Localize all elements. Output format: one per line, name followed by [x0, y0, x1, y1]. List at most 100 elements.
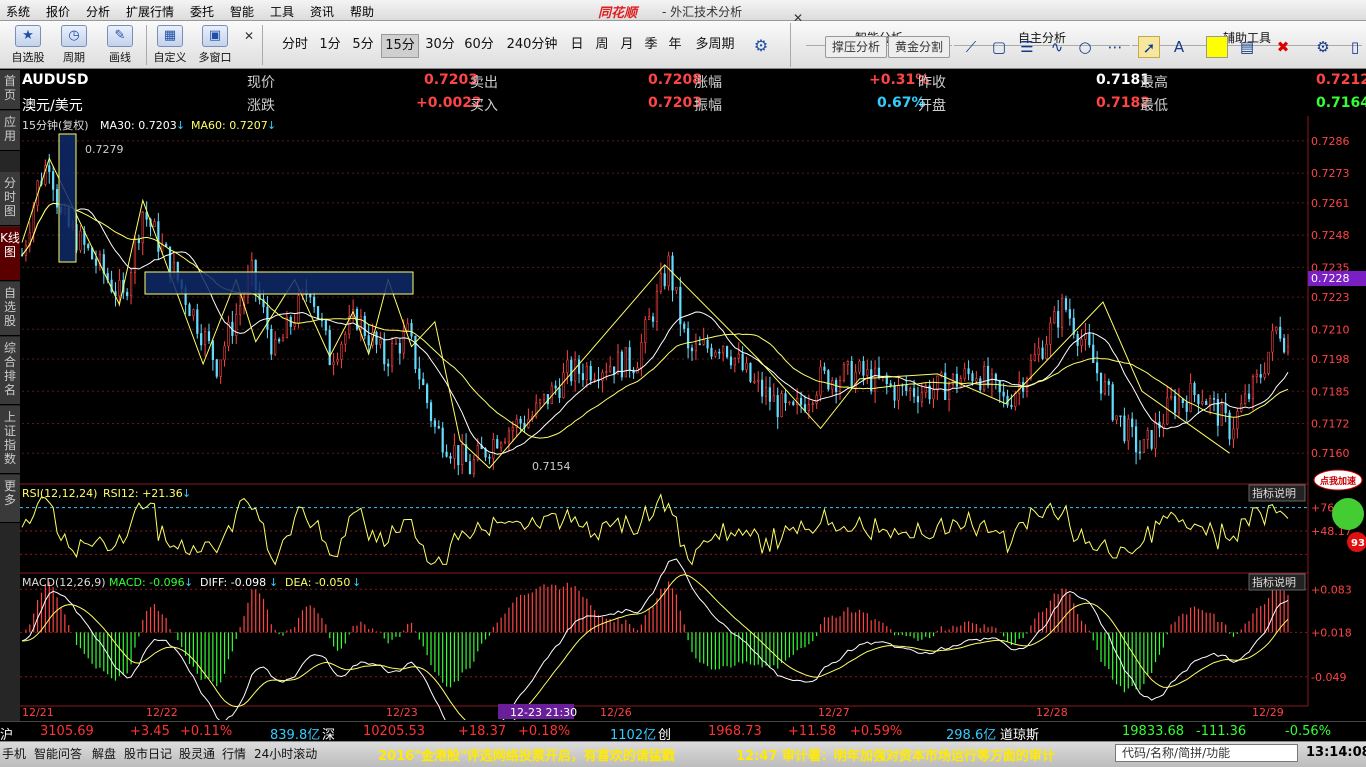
sidebar-item-home[interactable]: 首页	[0, 70, 20, 110]
kline-chart-area[interactable]: 0.7279 0.7154 0.7286 0.7273 0.7261 0.7248 0.…	[20, 116, 1366, 744]
custom-button[interactable]: ▦ 自定义	[150, 25, 190, 65]
sidebar-item-watchlist[interactable]: 自选股	[0, 282, 20, 336]
fullscreen-icon[interactable]: ▯	[1344, 36, 1366, 58]
menu-help[interactable]: 帮助	[350, 3, 374, 20]
bottom-item-smart-qa[interactable]: 智能问答	[34, 745, 82, 762]
candle-body	[215, 359, 218, 377]
panel-close-icon[interactable]: ✕	[793, 11, 803, 25]
period-240min[interactable]: 240分钟	[503, 34, 561, 58]
cursor-icon[interactable]: ➚	[1138, 36, 1160, 58]
color-swatch-icon[interactable]	[1206, 36, 1228, 58]
sidebar-item-kline[interactable]: K线图	[0, 227, 20, 281]
candle-body	[1263, 373, 1266, 378]
menu-tools[interactable]: 工具	[270, 3, 294, 20]
bottom-item-stock-link[interactable]: 股灵通	[179, 745, 215, 762]
period-button[interactable]: ◷ 周期	[54, 25, 94, 65]
circle-icon[interactable]: ○	[1074, 36, 1096, 58]
sidebar-item-shanghai-index[interactable]: 上证指数	[0, 406, 20, 474]
pen-icon: ✎	[107, 25, 133, 47]
date-tick-label: 12/28	[1036, 706, 1068, 719]
sidebar-item-ranking[interactable]: 综合排名	[0, 337, 20, 405]
period-multi[interactable]: 多周期	[690, 34, 740, 58]
amplitude-label: 振幅	[694, 98, 722, 114]
kline-chart-svg: 0.7279 0.7154 0.7286 0.7273 0.7261 0.7248 0.…	[20, 116, 1366, 744]
candle-body	[986, 366, 990, 386]
candle-body	[1010, 404, 1013, 407]
bottom-item-analysis[interactable]: 解盘	[92, 745, 116, 762]
candle-body	[948, 384, 951, 401]
period-30min[interactable]: 30分	[423, 34, 457, 58]
highlight-box-range[interactable]	[144, 271, 414, 295]
bottom-item-24h[interactable]: 24小时滚动	[254, 745, 317, 762]
candle-body	[500, 442, 503, 449]
candle-body	[472, 459, 475, 475]
candle-body	[780, 393, 783, 418]
trend-line-icon[interactable]: ⟋	[960, 36, 982, 58]
watchlist-button[interactable]: ★ 自选股	[6, 25, 50, 65]
period-15min[interactable]: 15分	[381, 34, 419, 58]
candle-body	[683, 323, 686, 329]
candle-body	[542, 394, 546, 401]
bottom-item-mobile[interactable]: 手机	[2, 745, 26, 762]
candle-body	[581, 373, 585, 381]
news-ticker-1[interactable]: 2016"金港股"评选网络投票开启，有喜欢的请猛戳	[378, 745, 675, 764]
menu-entrust[interactable]: 委托	[190, 3, 214, 20]
menu-smart[interactable]: 智能	[230, 3, 254, 20]
rsi-down-arrow-icon: ↓	[182, 487, 191, 500]
font-icon[interactable]: A	[1168, 36, 1190, 58]
highlight-box-high[interactable]	[58, 133, 77, 263]
sidebar-item-more[interactable]: 更多	[0, 475, 20, 523]
multi-window-button[interactable]: ▣ 多窗口	[194, 25, 236, 65]
gear-icon[interactable]: ⚙	[750, 35, 772, 57]
period-month[interactable]: 月	[616, 34, 638, 58]
draw-line-button[interactable]: ✎ 画线	[100, 25, 140, 65]
news-ticker-2[interactable]: 12:47 审计署：明年加强对资本市场运行等方面的审计	[736, 745, 1055, 764]
candle-body	[449, 456, 452, 459]
period-5min[interactable]: 5分	[348, 34, 378, 58]
menu-info[interactable]: 资讯	[310, 3, 334, 20]
date-tick-label: 12/23	[386, 706, 418, 719]
candle-body	[846, 361, 849, 366]
menu-quote[interactable]: 报价	[46, 3, 70, 20]
candle-body	[1232, 428, 1235, 440]
period-season[interactable]: 季	[640, 34, 662, 58]
sidebar-item-apps[interactable]: 应用	[0, 111, 20, 151]
golden-section-button[interactable]: 黄金分割	[888, 36, 951, 58]
candle-body	[589, 365, 592, 381]
period-minute-chart[interactable]: 分时	[278, 34, 312, 58]
price-tick-label: 0.7198	[1311, 353, 1350, 366]
sidebar-item-timeshare[interactable]: 分时图	[0, 172, 20, 226]
chg-pct-label: 涨幅	[694, 75, 722, 91]
candle-body	[188, 304, 191, 317]
price-axis: 0.72860.72730.72610.72480.72350.72230.72…	[1311, 135, 1350, 460]
candle-body	[375, 332, 378, 345]
candle-body	[570, 359, 573, 382]
period-year[interactable]: 年	[664, 34, 686, 58]
menu-analysis[interactable]: 分析	[86, 3, 110, 20]
bottom-item-diary[interactable]: 股市日记	[124, 745, 172, 762]
period-day[interactable]: 日	[566, 34, 588, 58]
period-60min[interactable]: 60分	[461, 34, 497, 58]
support-resistance-button[interactable]: 撑压分析	[825, 36, 888, 58]
search-input[interactable]: 代码/名称/简拼/功能	[1115, 744, 1298, 762]
candle-body	[1127, 418, 1130, 442]
more-icon[interactable]: ⋯	[1104, 36, 1126, 58]
menu-system[interactable]: 系统	[6, 3, 30, 20]
candle-body	[1134, 426, 1138, 453]
menu-ext-market[interactable]: 扩展行情	[126, 3, 174, 20]
toolbar-divider	[146, 25, 147, 65]
candle-body	[1259, 374, 1262, 378]
close-icon[interactable]: ✕	[244, 29, 254, 43]
period-week[interactable]: 周	[591, 34, 613, 58]
settings-icon[interactable]: ⚙	[1312, 36, 1334, 58]
rectangle-icon[interactable]: ▢	[988, 36, 1010, 58]
candle-body	[223, 345, 226, 361]
period-1min[interactable]: 1分	[316, 34, 344, 58]
text-annotation-icon[interactable]: ☰	[1016, 36, 1038, 58]
delete-icon[interactable]: ✖	[1272, 36, 1294, 58]
bottom-item-market[interactable]: 行情	[222, 745, 246, 762]
macd-down-arrow-icon: ↓	[184, 576, 193, 589]
candle-body	[745, 362, 748, 371]
save-icon[interactable]: ▤	[1236, 36, 1258, 58]
wave-icon[interactable]: ∿	[1046, 36, 1068, 58]
